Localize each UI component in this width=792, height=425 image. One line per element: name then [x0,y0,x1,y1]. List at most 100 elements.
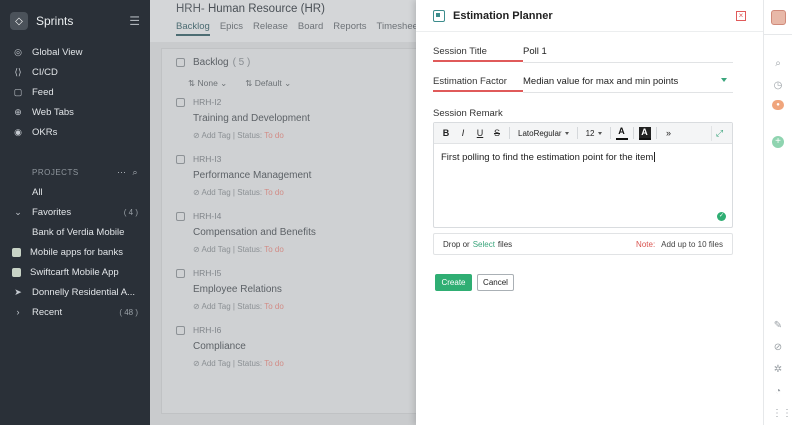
select-files-link[interactable]: Select [473,240,495,249]
project-header: HRH- Human Resource (HR) Backlog Epics R… [150,0,421,42]
sidebar-item-recent[interactable]: › Recent ( 48 ) [0,302,150,322]
create-button[interactable]: Create [435,274,472,291]
chevron-down-icon [721,78,727,82]
feedback-icon[interactable]: ✎ [772,320,784,332]
app-title: Sprints [36,14,74,28]
more-options-icon[interactable]: » [662,126,676,141]
add-tag-link[interactable]: Add Tag [201,188,230,197]
item-name[interactable]: Training and Development [193,113,406,124]
sidebar-item-project[interactable]: Bank of Verdia Mobile [0,222,150,242]
projects-actions[interactable]: ⋯ ⌕ [117,167,138,178]
sidebar-item-okrs[interactable]: ◉ OKRs [0,122,150,142]
item-meta: ⊘ Add Tag | Status: To do [193,245,284,254]
item-meta: ⊘ Add Tag | Status: To do [193,302,284,311]
avatar[interactable] [771,10,786,25]
sidebar-item-cicd[interactable]: ⟨⟩ CI/CD [0,62,150,82]
sidebar-item-favorites[interactable]: ⌄ Favorites ( 4 ) [0,202,150,222]
bold-button[interactable]: B [439,126,453,141]
settings-icon[interactable]: ✲ [772,364,784,376]
text-color-icon[interactable]: A [615,126,628,140]
tab-epics[interactable]: Epics [220,21,243,36]
status-badge[interactable]: To do [264,302,284,311]
strikethrough-button[interactable]: S [490,126,504,141]
highlight-color-icon[interactable]: A [638,126,651,140]
list-item[interactable]: HRH-I5 Employee Relations ⊘ Add Tag | St… [162,262,420,319]
recent-count: ( 48 ) [119,307,138,317]
compass-icon[interactable]: ◔ [772,386,784,398]
item-id: HRH-I5 [193,268,222,278]
toolbar-divider [509,127,510,139]
item-name[interactable]: Performance Management [193,170,406,181]
add-tag-link[interactable]: Add Tag [201,359,230,368]
tab-backlog[interactable]: Backlog [176,21,210,36]
item-name[interactable]: Compensation and Benefits [193,227,406,238]
sidebar-item-web-tabs[interactable]: ⊕ Web Tabs [0,102,150,122]
item-id: HRH-I6 [193,325,222,335]
tab-timesheet[interactable]: Timesheet [377,21,421,36]
list-item[interactable]: HRH-I2 Training and Development ⊘ Add Ta… [162,91,420,148]
status-badge[interactable]: To do [264,131,284,140]
sidebar-item-feed[interactable]: ▢ Feed [0,82,150,102]
send-icon: ➤ [14,286,22,297]
projects-heading: PROJECTS ⋯ ⌕ [0,162,150,182]
chevron-down-icon [564,131,569,135]
filter-default[interactable]: ⇅ Default ⌄ [245,78,291,89]
italic-button[interactable]: I [456,126,470,141]
search-icon[interactable]: ⌕ [772,58,784,70]
note-label: Note: [636,239,656,249]
chevron-down-icon: ⌄ [14,206,22,217]
underline-button[interactable]: U [473,126,487,141]
font-size-select[interactable]: 12 [583,129,605,138]
page-title: HRH- Human Resource (HR) [176,3,390,15]
sidebar-item-global-view[interactable]: ◎ Global View [0,42,150,62]
item-name[interactable]: Employee Relations [193,284,406,295]
status-badge[interactable]: To do [264,188,284,197]
tab-board[interactable]: Board [298,21,323,36]
add-icon[interactable]: + [772,136,784,148]
estimation-factor-label: Estimation Factor [433,76,523,92]
text-cursor [654,152,656,163]
status-label: Status: [237,131,263,140]
estimation-factor-select[interactable]: Median value for max and min points [523,76,733,93]
menu-icon[interactable]: ☰ [129,14,140,28]
filter-none[interactable]: ⇅ None ⌄ [188,78,227,89]
tab-release[interactable]: Release [253,21,288,36]
filter-default-label: Default [254,77,282,88]
apps-grid-icon[interactable]: ⋮⋮ [772,408,792,420]
toolbar-divider [576,127,578,139]
sprints-logo-icon: ◇ [10,12,28,30]
close-icon[interactable]: × [736,10,746,21]
list-item[interactable]: HRH-I6 Compliance ⊘ Add Tag | Status: To… [162,319,420,376]
session-title-input[interactable]: Poll 1 [523,46,733,63]
list-item[interactable]: HRH-I4 Compensation and Benefits ⊘ Add T… [162,205,420,262]
note-text: Add up to 10 files [661,239,723,249]
toolbar-divider [609,127,611,139]
item-type-icon [176,154,185,164]
item-name[interactable]: Compliance [193,341,406,352]
expand-icon[interactable]: ⤢ [711,125,727,141]
tab-reports[interactable]: Reports [333,21,366,36]
timer-icon[interactable]: ◷ [772,80,784,92]
right-rail: ⌕ ◷ ● + ✎ ⊘ ✲ ◔ ⋮⋮ [763,0,792,425]
remark-text-area[interactable]: First polling to find the estimation poi… [434,144,732,171]
sidebar-item-project[interactable]: ➤ Donnelly Residential A... [0,282,150,302]
sidebar-item-project[interactable]: Swiftcarft Mobile App [0,262,150,282]
cancel-button[interactable]: Cancel [477,274,514,291]
font-family-select[interactable]: LatoRegular [515,129,572,138]
notification-badge-icon[interactable]: ● [772,100,784,110]
add-tag-link[interactable]: Add Tag [201,245,230,254]
link-icon[interactable]: ⊘ [772,342,784,354]
add-tag-link[interactable]: Add Tag [201,131,230,140]
status-badge[interactable]: To do [264,245,284,254]
project-name: Human Resource (HR) [207,3,325,15]
list-item[interactable]: HRH-I3 Performance Management ⊘ Add Tag … [162,148,420,205]
item-id: HRH-I4 [193,211,222,221]
sidebar-item-project[interactable]: Mobile apps for banks [0,242,150,262]
estimation-factor-row: Estimation Factor Median value for max a… [433,76,733,93]
sidebar-item-all[interactable]: All [0,182,150,202]
file-dropzone[interactable]: Drop or Select files Note: Add up to 10 … [433,233,733,255]
project-icon [12,267,21,277]
add-tag-link[interactable]: Add Tag [201,302,230,311]
sidebar-item-label: OKRs [32,126,58,138]
status-badge[interactable]: To do [264,359,284,368]
